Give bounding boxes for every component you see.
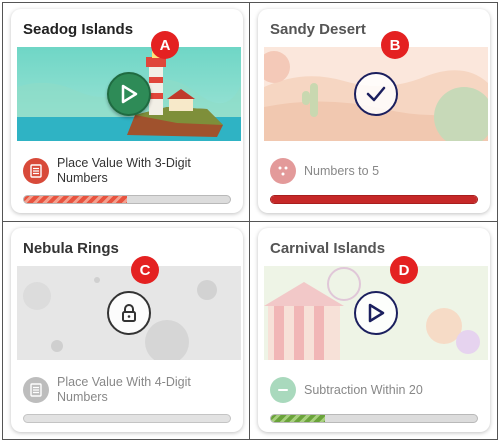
grid-cell-a: Seadog Islands Place Value With 3-Digit … bbox=[3, 3, 250, 222]
play-icon bbox=[120, 84, 138, 104]
callout-marker: C bbox=[131, 256, 159, 284]
callout-marker: D bbox=[390, 256, 418, 284]
callout-marker: B bbox=[381, 31, 409, 59]
progress-bar bbox=[23, 414, 231, 423]
locked-button[interactable] bbox=[107, 291, 151, 335]
play-button[interactable] bbox=[107, 72, 151, 116]
skill-row: Place Value With 3-Digit Numbers bbox=[23, 154, 238, 188]
progress-bar bbox=[270, 414, 478, 423]
skill-label: Numbers to 5 bbox=[304, 163, 380, 178]
play-button[interactable] bbox=[354, 291, 398, 335]
skill-row: Numbers to 5 bbox=[270, 154, 485, 188]
skill-row: Subtraction Within 20 bbox=[270, 373, 485, 407]
progress-fill bbox=[271, 196, 477, 203]
progress-fill bbox=[271, 415, 325, 422]
world-scene-image bbox=[17, 266, 241, 360]
card-title: Nebula Rings bbox=[23, 240, 119, 257]
list-icon bbox=[23, 377, 49, 403]
grid-cell-c: Nebula Rings Place Value With 4-Digit Nu… bbox=[3, 222, 250, 439]
progress-fill bbox=[24, 196, 127, 203]
lock-icon bbox=[120, 303, 138, 323]
world-scene-image bbox=[264, 266, 488, 360]
skill-row: Place Value With 4-Digit Numbers bbox=[23, 373, 238, 407]
world-card-sandy-desert[interactable]: Sandy Desert Numbers to 5 bbox=[258, 9, 490, 213]
callout-marker: A bbox=[151, 31, 179, 59]
world-scene-image bbox=[264, 47, 488, 141]
screenshot-grid: Seadog Islands Place Value With 3-Digit … bbox=[2, 2, 498, 440]
skill-label: Place Value With 4-Digit Numbers bbox=[57, 375, 191, 404]
world-card-nebula-rings[interactable]: Nebula Rings Place Value With 4-Digit Nu… bbox=[11, 228, 243, 432]
progress-bar bbox=[270, 195, 478, 204]
grid-cell-d: Carnival Islands Subtraction Within 20 D bbox=[250, 222, 497, 439]
world-card-seadog-islands[interactable]: Seadog Islands Place Value With 3-Digit … bbox=[11, 9, 243, 213]
list-icon bbox=[23, 158, 49, 184]
minus-icon bbox=[270, 377, 296, 403]
skill-label: Place Value With 3-Digit Numbers bbox=[57, 156, 191, 185]
world-scene-image bbox=[17, 47, 241, 141]
world-card-carnival-islands[interactable]: Carnival Islands Subtraction Within 20 bbox=[258, 228, 490, 432]
progress-bar bbox=[23, 195, 231, 204]
grid-cell-b: Sandy Desert Numbers to 5 B bbox=[250, 3, 497, 222]
checkmark-icon bbox=[366, 86, 386, 102]
card-title: Carnival Islands bbox=[270, 240, 386, 257]
skill-label: Subtraction Within 20 bbox=[304, 382, 423, 397]
card-title: Seadog Islands bbox=[23, 21, 134, 38]
play-icon bbox=[367, 303, 385, 323]
completed-button[interactable] bbox=[354, 72, 398, 116]
card-title: Sandy Desert bbox=[270, 21, 366, 38]
dots-icon bbox=[270, 158, 296, 184]
